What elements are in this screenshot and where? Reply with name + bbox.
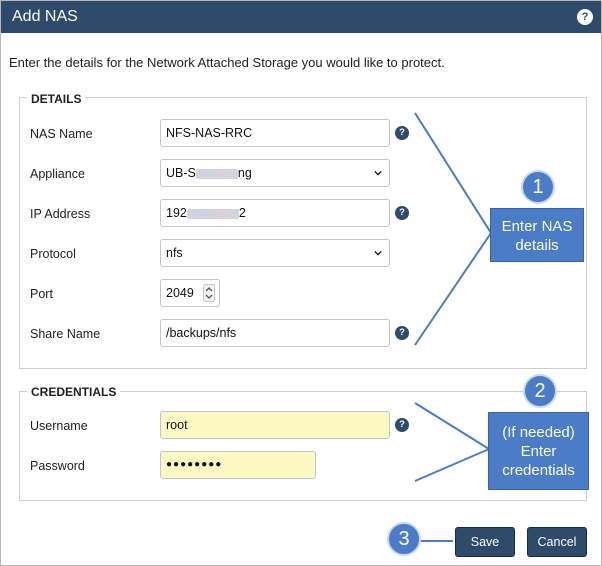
add-nas-dialog: Add NAS ? Enter the details for the Netw… [0,0,602,566]
callout-3-badge: 3 [387,522,421,556]
callout-1-box: Enter NAS details [490,208,584,262]
callout-1-badge: 1 [521,170,555,204]
callout-2-box: (If needed) Enter credentials [488,412,589,490]
callout-2-line [414,402,492,482]
callout-1-line [414,112,493,346]
callout-2-badge: 2 [523,374,557,408]
